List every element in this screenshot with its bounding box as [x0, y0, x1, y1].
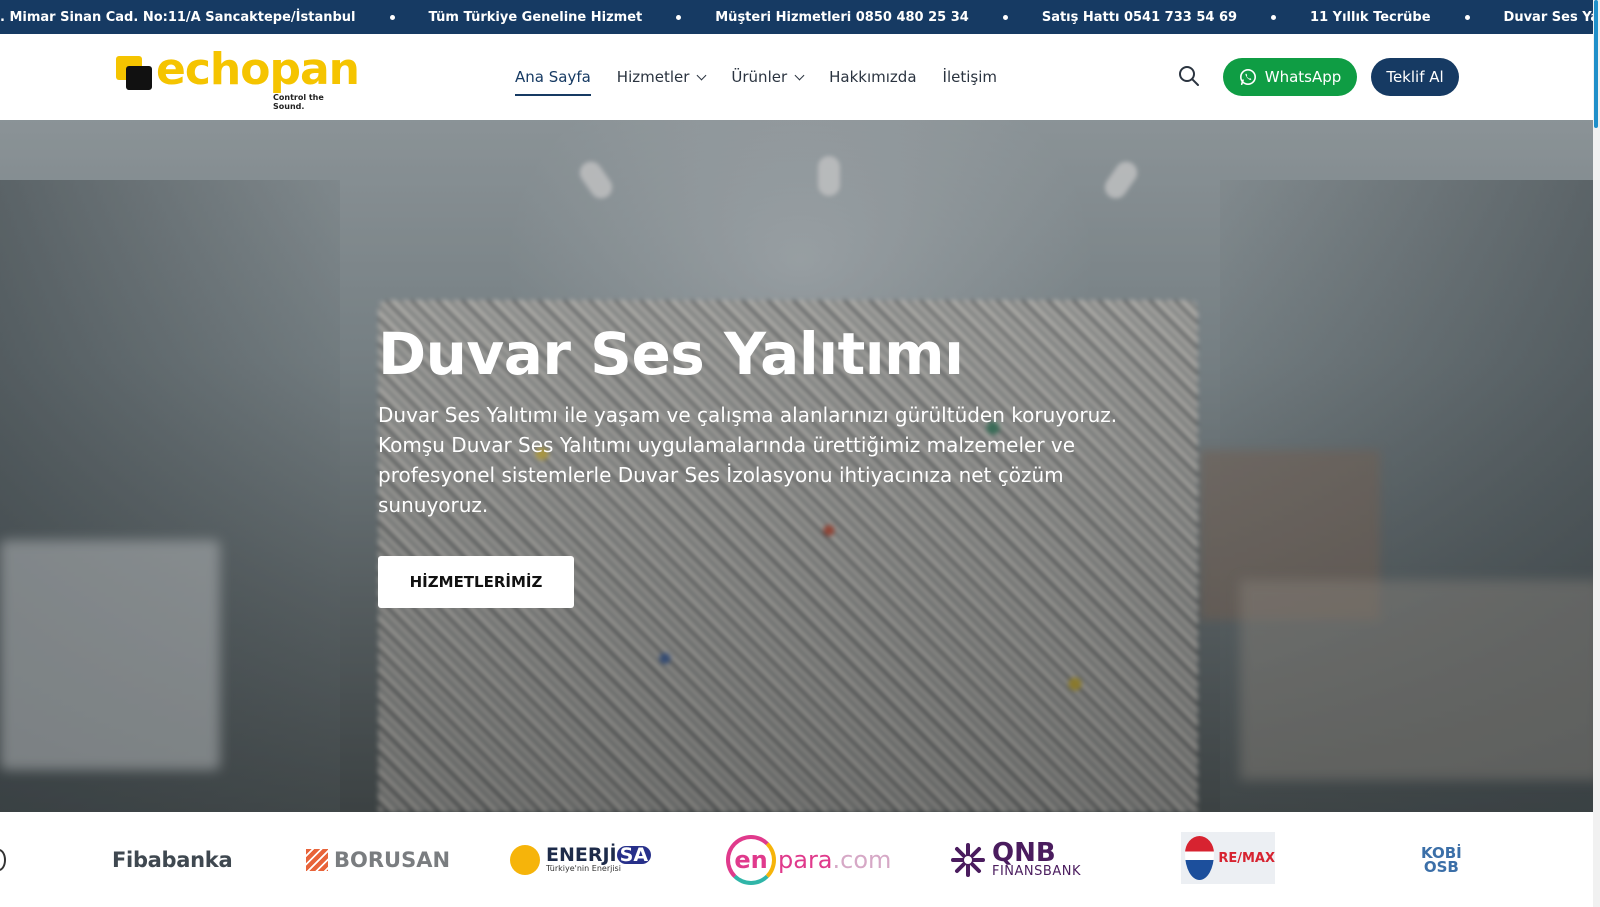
search-button[interactable]: [1178, 65, 1202, 89]
nav-item-label: Ürünler: [731, 68, 788, 86]
separator-dot-icon: [1002, 14, 1008, 20]
partner-logo-borusan: BORUSAN: [306, 832, 450, 887]
get-quote-button-label: Teklif Al: [1386, 68, 1444, 86]
partner-logo-qnb-finansbank: QNB FINANSBANK: [950, 832, 1081, 887]
ticker-separator: [1431, 14, 1504, 20]
logo-wordmark: echopan: [156, 44, 360, 95]
ticker-separator: [642, 14, 715, 20]
ticker-item: Duvar Ses Yalıtımı Uygulaması: [1503, 9, 1600, 25]
partner-logo-subtext: FINANSBANK: [992, 863, 1081, 879]
ticker-separator: [1237, 14, 1310, 20]
logo-mark-icon: [116, 56, 152, 90]
partner-logo-fibabanka: Fibabanka: [112, 832, 233, 887]
search-icon: [1179, 66, 1199, 86]
whatsapp-icon: [1239, 68, 1256, 86]
nav-item-home[interactable]: Ana Sayfa: [515, 34, 591, 120]
partner-logo-text: .com: [832, 845, 892, 874]
ticker-item: Tüm Türkiye Geneline Hizmet: [428, 9, 643, 25]
services-cta-button[interactable]: HİZMETLERİMİZ: [378, 556, 574, 608]
ticker-track: . Mimar Sinan Cad. No:11/A Sancaktepe/İs…: [0, 0, 1600, 34]
partner-logo-text: en: [734, 845, 768, 874]
partner-logo-enerjisa: ENERJİ SA Türkiye'nin Enerjisi: [510, 832, 652, 887]
borusan-mark-icon: [306, 848, 328, 871]
page-scrollbar[interactable]: [1593, 0, 1600, 907]
partner-logo-text: ENERJİ: [546, 843, 617, 866]
separator-dot-icon: [389, 14, 395, 20]
nav-item-products[interactable]: Ürünler: [731, 34, 805, 120]
separator-dot-icon: [1271, 14, 1277, 20]
ticker-item: Satış Hattı 0541 733 54 69: [1041, 9, 1238, 25]
whatsapp-button[interactable]: WhatsApp: [1223, 58, 1357, 96]
separator-dot-icon: [1464, 14, 1470, 20]
main-nav: Ana Sayfa Hizmetler Ürünler Hakkımızda İ…: [515, 34, 1023, 120]
partner-logo-text: QNB: [992, 837, 1056, 868]
ticker-separator: [969, 14, 1042, 20]
partner-logo-text: Fibabanka: [112, 847, 233, 872]
enpara-ring-icon: en: [726, 834, 776, 885]
nav-item-services[interactable]: Hizmetler: [616, 34, 707, 120]
partner-logo-text: SA: [616, 845, 652, 864]
nav-item-about[interactable]: Hakkımızda: [829, 34, 916, 120]
top-info-ticker: . Mimar Sinan Cad. No:11/A Sancaktepe/İs…: [0, 0, 1600, 34]
partner-logo-text: BORUSAN: [334, 847, 451, 872]
remax-balloon-icon: [1185, 836, 1215, 880]
qnb-star-icon: [951, 842, 985, 877]
separator-dot-icon: [676, 14, 682, 20]
ticker-item: 11 Yıllık Tecrübe: [1310, 9, 1431, 25]
chevron-down-icon: [794, 70, 805, 80]
sun-icon: [510, 844, 540, 875]
get-quote-button[interactable]: Teklif Al: [1371, 58, 1459, 96]
whatsapp-button-label: WhatsApp: [1264, 68, 1342, 86]
partner-logo-remax: RE/MAX: [1181, 832, 1275, 884]
nav-item-contact[interactable]: İletişim: [943, 34, 997, 120]
partner-logo-text: RE/MAX: [1218, 850, 1275, 866]
nav-item-label: İletişim: [942, 68, 997, 86]
ticker-item: . Mimar Sinan Cad. No:11/A Sancaktepe/İs…: [0, 9, 356, 25]
nav-item-label: Ana Sayfa: [515, 68, 591, 86]
scrollbar-thumb[interactable]: [1594, 0, 1598, 128]
partner-logo-enpara: en para.com: [726, 832, 891, 887]
brand-logo[interactable]: echopan Control the Sound.: [116, 44, 360, 111]
services-cta-label: HİZMETLERİMİZ: [409, 573, 543, 591]
nav-item-label: Hizmetler: [616, 68, 690, 86]
hero-description: Duvar Ses Yalıtımı ile yaşam ve çalışma …: [378, 403, 1118, 517]
logo-tagline: Control the Sound.: [273, 93, 324, 111]
chevron-down-icon: [696, 70, 707, 80]
partner-logo-text: OSB: [1423, 857, 1459, 876]
site-header: echopan Control the Sound. Ana Sayfa Hiz…: [0, 34, 1600, 120]
ticker-item: Müşteri Hizmetleri 0850 480 25 34: [715, 9, 969, 25]
ticker-separator: [356, 14, 429, 20]
partner-logo-partial: [0, 832, 6, 887]
hero-title: Duvar Ses Yalıtımı: [378, 320, 964, 388]
hero-section: Duvar Ses Yalıtımı Duvar Ses Yalıtımı il…: [0, 120, 1600, 812]
partner-logo-kobi-osb: KOBİ OSB: [1421, 832, 1462, 887]
nav-item-label: Hakkımızda: [829, 68, 917, 86]
partner-logos-strip: Fibabanka BORUSAN ENERJİ SA Türkiye'nin E…: [0, 812, 1593, 907]
partner-logo-text: para: [778, 845, 833, 874]
